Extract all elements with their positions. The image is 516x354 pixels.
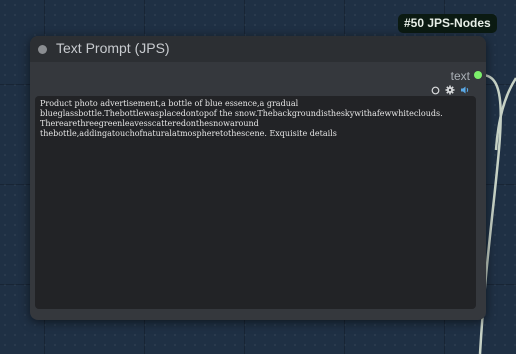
circle-outline-icon[interactable] [430, 85, 440, 95]
output-label-text: text [450, 69, 470, 83]
output-slot-text[interactable] [474, 71, 482, 79]
node-group-badge: #50 JPS-Nodes [398, 14, 497, 33]
widget-toolbar [430, 84, 470, 96]
gear-icon[interactable] [445, 85, 455, 95]
collapse-toggle-icon[interactable] [38, 45, 47, 54]
prompt-textarea[interactable]: Product photo advertisement,a bottle of … [35, 96, 476, 309]
text-prompt-node[interactable]: Text Prompt (JPS) text Product photo adv… [30, 36, 486, 320]
speaker-icon[interactable] [460, 85, 470, 95]
incoming-wire-top [494, 77, 516, 151]
node-title-bar[interactable]: Text Prompt (JPS) [30, 36, 486, 62]
node-title: Text Prompt (JPS) [56, 40, 170, 56]
